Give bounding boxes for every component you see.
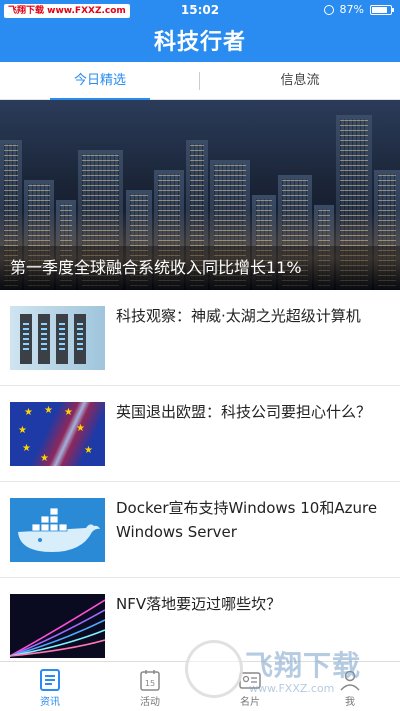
card-icon [239,672,261,689]
status-bar: 飞翔下载 www.FXXZ.com 15:02 87% [0,0,400,20]
nav-label: 名片 [240,697,260,708]
location-icon [323,4,334,15]
tab-divider [199,72,200,90]
bottom-nav: 资讯 15 活动 名片 我 [0,661,400,711]
article-title: Docker宣布支持Windows 10和Azure Windows Serve… [116,499,378,541]
article-title: NFV落地要迈过哪些坎？ [116,595,282,613]
article-list: 科技观察：神威·太湖之光超级计算机 ★ ★ ★ ★ ★ ★ ★ ★ 英国退出欧盟… [0,290,400,661]
tab-feed[interactable]: 信息流 [200,62,400,99]
status-right: 87% [323,3,394,16]
hero-caption: 第一季度全球融合系统收入同比增长11% [0,246,400,290]
list-item[interactable]: Docker宣布支持Windows 10和Azure Windows Serve… [0,482,400,578]
nav-news[interactable]: 资讯 [0,662,100,711]
page-title: 科技行者 [153,30,246,55]
battery-icon [370,4,394,15]
nav-me[interactable]: 我 [300,662,400,711]
list-item[interactable]: ★ ★ ★ ★ ★ ★ ★ ★ 英国退出欧盟：科技公司要担心什么？ [0,386,400,482]
app-header: 飞翔下载 www.FXXZ.com 15:02 87% 科技行者 [0,0,400,62]
docker-thumbnail [10,498,105,562]
article-title: 英国退出欧盟：科技公司要担心什么？ [116,403,372,421]
calendar-day: 15 [145,679,155,688]
list-item[interactable]: 科技观察：神威·太湖之光超级计算机 [0,290,400,386]
nav-events[interactable]: 15 活动 [100,662,200,711]
nav-label: 资讯 [40,697,60,708]
fiber-optic-thumbnail [10,594,105,658]
news-icon [40,669,60,691]
list-item[interactable]: NFV落地要迈过哪些坎？ [0,578,400,661]
tab-bar: 今日精选 信息流 [0,62,400,100]
nav-label: 我 [345,697,355,708]
tab-today-picks[interactable]: 今日精选 [0,62,200,100]
article-title: 科技观察：神威·太湖之光超级计算机 [116,307,361,325]
calendar-icon: 15 [140,670,160,691]
user-icon [340,670,360,691]
supercomputer-thumbnail [10,306,105,370]
battery-percent: 87% [339,3,364,16]
nav-label: 活动 [140,697,160,708]
eu-flag-thumbnail: ★ ★ ★ ★ ★ ★ ★ ★ [10,402,105,466]
hero-banner[interactable]: 第一季度全球融合系统收入同比增长11% [0,100,400,290]
nav-cards[interactable]: 名片 [200,662,300,711]
